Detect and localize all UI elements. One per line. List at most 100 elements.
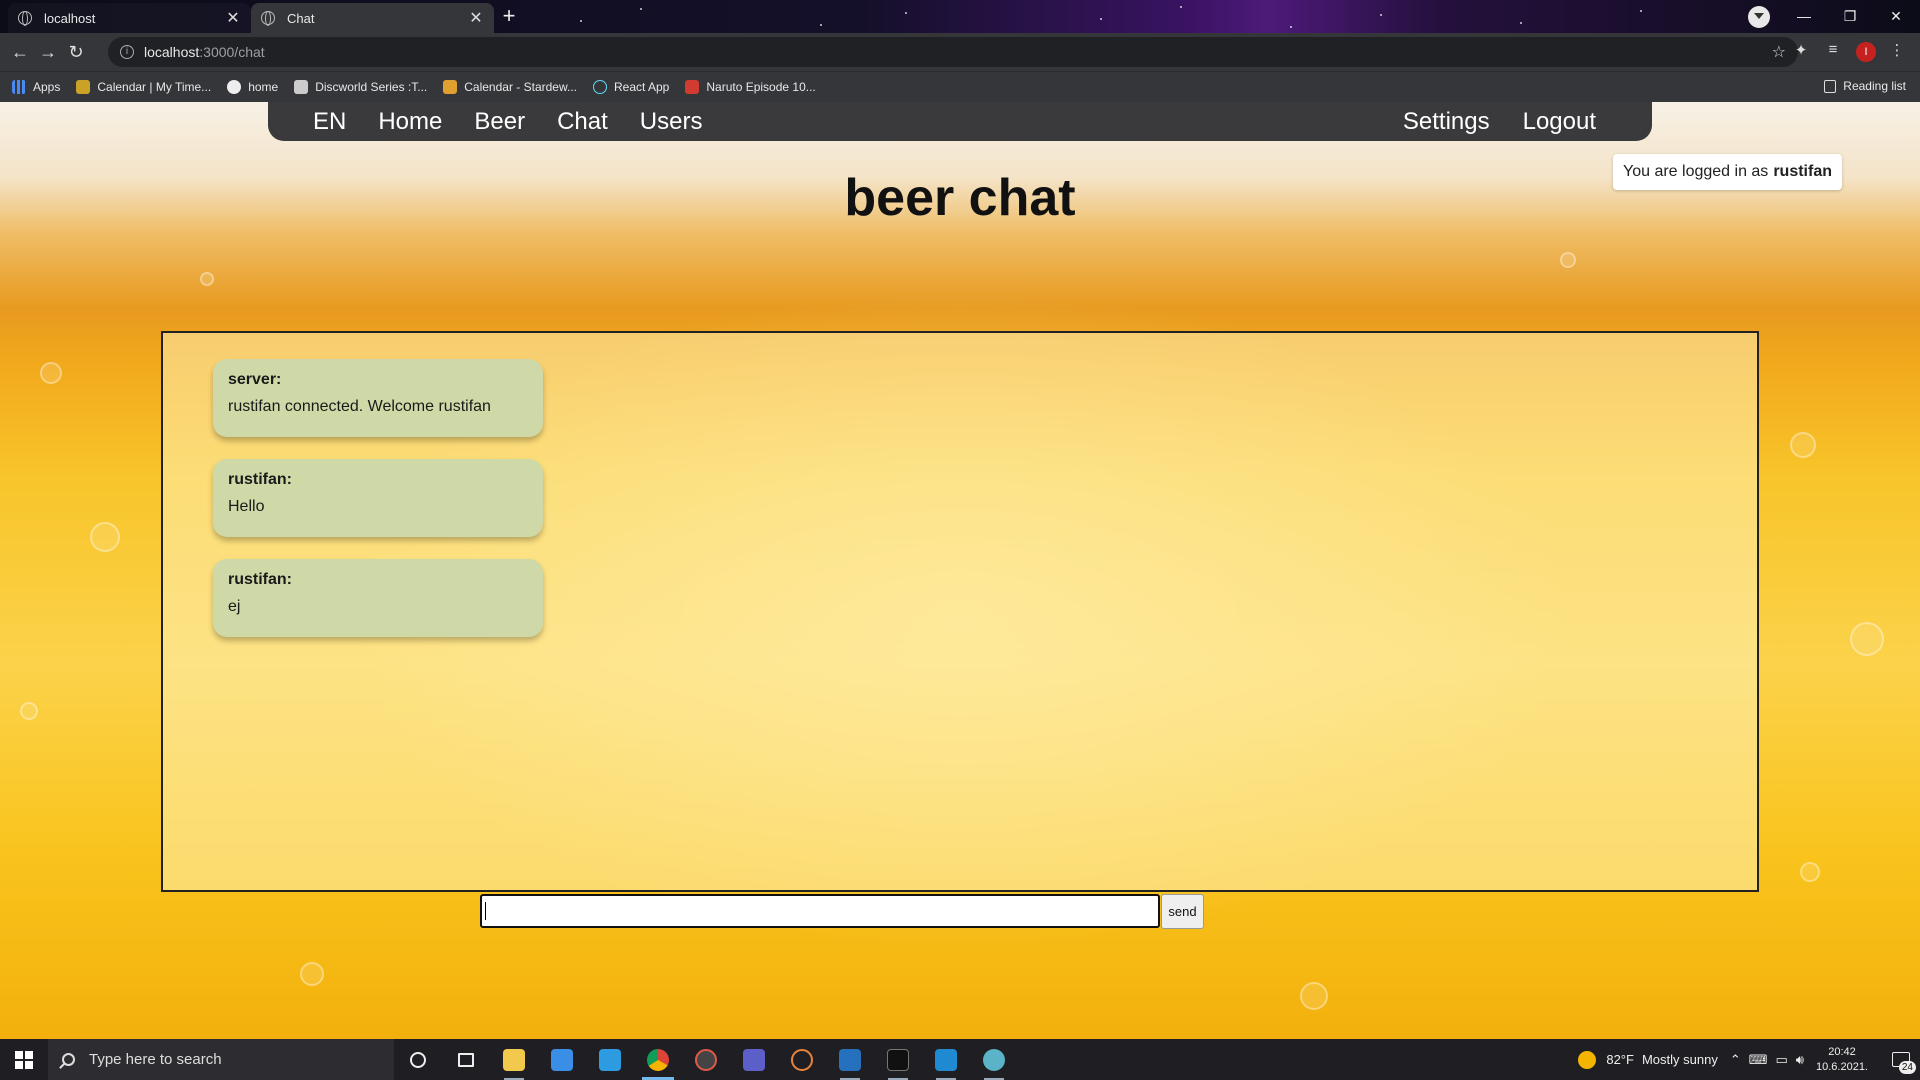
- bookmark-apps[interactable]: Apps: [12, 80, 60, 94]
- message-sender: server:: [228, 371, 282, 388]
- bookmark-star-icon[interactable]: ☆: [1772, 42, 1786, 62]
- new-tab-button[interactable]: +: [498, 4, 520, 28]
- keyboard-icon[interactable]: ⌨: [1749, 1052, 1768, 1068]
- bookmark-calendar-stardew[interactable]: Calendar - Stardew...: [443, 80, 577, 94]
- globe-icon: [18, 11, 32, 26]
- message-sender: rustifan:: [228, 571, 292, 588]
- search-icon: [62, 1053, 75, 1066]
- media-queue-icon[interactable]: ≡: [1822, 41, 1844, 58]
- bookmark-label: Naruto Episode 10...: [706, 80, 816, 94]
- profile-avatar[interactable]: I: [1856, 42, 1876, 62]
- browser-toolbar: ← → ↻ i localhost:3000/chat ☆: [0, 33, 1920, 71]
- beer-bubble: [1790, 432, 1816, 458]
- forward-arrow-icon[interactable]: →: [36, 40, 60, 64]
- message-input[interactable]: [480, 894, 1160, 928]
- app-icon-teal[interactable]: [970, 1039, 1018, 1080]
- address-bar[interactable]: i localhost:3000/chat ☆: [108, 37, 1798, 67]
- clock-time: 20:42: [1828, 1045, 1856, 1058]
- beer-bubble: [200, 272, 214, 286]
- tab-title: localhost: [44, 10, 96, 26]
- beer-bubble: [1300, 982, 1328, 1010]
- bookmark-label: React App: [613, 80, 670, 94]
- nav-logout[interactable]: Logout: [1523, 108, 1596, 136]
- weather-sun-icon: [1578, 1050, 1597, 1069]
- page-title: beer chat: [844, 169, 1076, 227]
- chat-message: rustifan: Hello: [213, 459, 543, 537]
- beer-bubble: [1850, 622, 1884, 656]
- nav-chat[interactable]: Chat: [557, 108, 608, 136]
- close-icon[interactable]: ✕: [468, 8, 484, 28]
- react-icon: [592, 80, 607, 94]
- bookmark-label: home: [248, 80, 279, 94]
- minimize-button[interactable]: —: [1782, 4, 1826, 28]
- weather-temp[interactable]: 82°F: [1606, 1052, 1634, 1067]
- vscode-icon[interactable]: [922, 1039, 970, 1080]
- beer-bubble: [20, 702, 38, 720]
- store-icon[interactable]: [538, 1039, 586, 1080]
- document-icon: [294, 80, 309, 94]
- nav-beer[interactable]: Beer: [474, 108, 525, 136]
- bookmark-home[interactable]: home: [227, 80, 278, 94]
- message-text: Hello: [228, 498, 265, 515]
- bookmark-calendar-mytime[interactable]: Calendar | My Time...: [76, 80, 211, 94]
- taskbar-search[interactable]: Type here to search: [48, 1039, 394, 1080]
- home-site-icon: [227, 80, 242, 94]
- network-icon[interactable]: ▭: [1776, 1052, 1788, 1068]
- taskbar-clock[interactable]: 20:42 10.6.2021.: [1816, 1045, 1868, 1075]
- cortana-icon[interactable]: [394, 1039, 442, 1080]
- tab-localhost[interactable]: localhost ✕: [8, 3, 251, 33]
- notification-center-button[interactable]: 24: [1882, 1039, 1920, 1080]
- app-icon-blue[interactable]: [586, 1039, 634, 1080]
- reading-list-label: Reading list: [1843, 79, 1906, 93]
- start-button[interactable]: [0, 1039, 48, 1080]
- volume-icon[interactable]: 🔊︎: [1796, 1052, 1804, 1068]
- calendar-icon: [76, 80, 91, 94]
- close-icon[interactable]: ✕: [225, 8, 241, 28]
- beer-bubble: [1800, 862, 1820, 882]
- reading-list-button[interactable]: Reading list: [1824, 79, 1906, 93]
- back-arrow-icon[interactable]: ←: [8, 40, 32, 64]
- more-menu-icon[interactable]: ⋮: [1886, 41, 1908, 59]
- tab-chat[interactable]: Chat ✕: [251, 3, 494, 33]
- task-view-icon[interactable]: [442, 1039, 490, 1080]
- media-player-icon[interactable]: [682, 1039, 730, 1080]
- nav-language[interactable]: EN: [313, 108, 346, 136]
- chat-message-panel: server: rustifan connected. Welcome rust…: [161, 331, 1759, 892]
- text-cursor: [485, 902, 486, 920]
- nav-home[interactable]: Home: [378, 108, 442, 136]
- nav-users[interactable]: Users: [640, 108, 703, 136]
- chrome-icon[interactable]: [634, 1039, 682, 1080]
- terminal-icon[interactable]: [874, 1039, 922, 1080]
- page-viewport: EN Home Beer Chat Users Settings Logout …: [0, 102, 1920, 1039]
- teams-icon[interactable]: [730, 1039, 778, 1080]
- bookmark-label: Calendar - Stardew...: [464, 80, 577, 94]
- notification-count: 24: [1898, 1061, 1916, 1074]
- bookmark-label: Calendar | My Time...: [97, 80, 212, 94]
- video-site-icon: [685, 80, 700, 94]
- nav-settings[interactable]: Settings: [1403, 108, 1490, 136]
- chat-message: rustifan: ej: [213, 559, 543, 637]
- app-icon-orange[interactable]: [778, 1039, 826, 1080]
- weather-desc[interactable]: Mostly sunny: [1642, 1052, 1718, 1067]
- tab-title: Chat: [287, 10, 315, 26]
- restore-button[interactable]: ❐: [1828, 4, 1872, 28]
- url-host: localhost: [144, 44, 200, 60]
- windows-logo-icon: [15, 1050, 33, 1069]
- reload-icon[interactable]: ↻: [64, 40, 88, 64]
- reading-list-icon: [1824, 79, 1837, 93]
- bookmark-discworld[interactable]: Discworld Series :T...: [294, 80, 427, 94]
- extensions-icon[interactable]: ✦: [1790, 41, 1812, 59]
- bookmark-label: Discworld Series :T...: [315, 80, 428, 94]
- info-icon[interactable]: i: [120, 45, 134, 59]
- media-control-icon[interactable]: [1748, 6, 1770, 28]
- nav-right-group: Settings Logout: [1370, 102, 1596, 141]
- file-explorer-icon[interactable]: [490, 1039, 538, 1080]
- tray-chevron-icon[interactable]: ⌃: [1730, 1052, 1741, 1068]
- send-button[interactable]: send: [1161, 894, 1204, 929]
- bookmark-react-app[interactable]: React App: [592, 80, 670, 94]
- close-window-button[interactable]: ✕: [1874, 4, 1918, 28]
- bookmarks-bar: Apps Calendar | My Time... home Discworl…: [0, 71, 1920, 102]
- powershell-icon[interactable]: [826, 1039, 874, 1080]
- bookmark-naruto[interactable]: Naruto Episode 10...: [685, 80, 816, 94]
- apps-grid-icon: [12, 80, 26, 94]
